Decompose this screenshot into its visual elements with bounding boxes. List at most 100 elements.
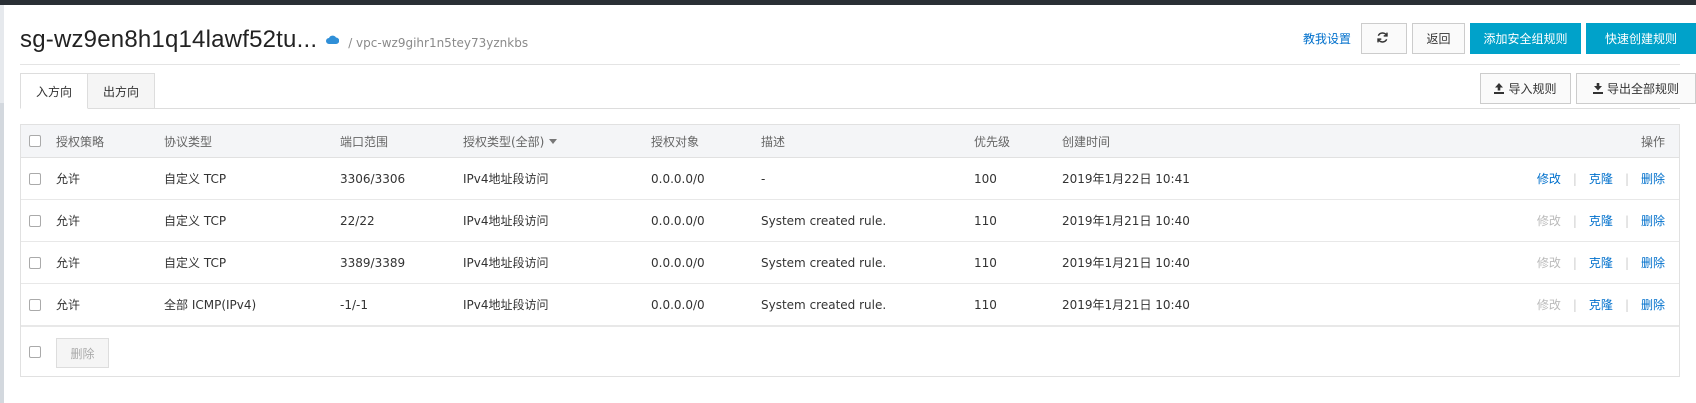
cell-protocol: 自定义 TCP [164,214,227,228]
header-title-row: sg-wz9en8h1q14lawf52tu... / vpc-wz9gihr1… [20,26,528,62]
cell-auth-type: IPv4地址段访问 [463,256,549,270]
col-auth-target: 授权对象 [651,134,700,149]
col-port-range: 端口范围 [340,134,389,149]
export-all-rules-label: 导出全部规则 [1606,82,1679,96]
cell-priority: 110 [974,213,997,228]
clone-link[interactable]: 克隆 [1589,212,1613,229]
cell-policy: 允许 [56,172,81,186]
add-security-rule-button[interactable]: 添加安全组规则 [1470,23,1581,54]
row-select-cell [29,158,41,199]
quick-create-rule-button[interactable]: 快速创建规则 [1586,23,1696,54]
caret-down-icon [549,138,558,144]
tab-inbound[interactable]: 入方向 [20,73,89,109]
row-operations: 修改 | 克隆 | 删除 [1537,284,1665,325]
clone-link[interactable]: 克隆 [1589,170,1613,187]
left-scroll-strip [0,5,4,403]
edit-link: 修改 [1536,256,1561,270]
table-row: 允许 自定义 TCP 3306/3306 IPv4地址段访问 0.0.0.0/0… [21,158,1679,200]
row-operations: 修改 | 克隆 | 删除 [1537,200,1665,241]
table-row: 允许 全部 ICMP(IPv4) -1/-1 IPv4地址段访问 0.0.0.0… [21,284,1679,326]
cell-created-time: 2019年1月21日 10:40 [1062,298,1190,312]
download-icon [1592,83,1603,94]
cell-port-range: 22/22 [340,213,375,228]
edit-link[interactable]: 修改 [1537,170,1561,187]
cell-protocol: 自定义 TCP [164,172,227,186]
cell-policy: 允许 [56,214,81,228]
col-priority: 优先级 [974,134,1011,149]
op-divider: | [1624,171,1629,186]
col-description: 描述 [761,134,786,149]
op-divider: | [1572,171,1577,186]
row-checkbox[interactable] [29,298,41,311]
op-divider: | [1572,255,1577,270]
security-rules-table: 授权策略 协议类型 端口范围 授权类型(全部) 授权对象 描述 优先级 创建时间… [20,124,1680,377]
table-footer: 删除 [21,326,1679,376]
tab-outbound[interactable]: 出方向 [88,73,156,109]
cell-protocol: 全部 ICMP(IPv4) [164,298,257,312]
back-button[interactable]: 返回 [1412,23,1465,54]
op-divider: | [1624,297,1629,312]
delete-link[interactable]: 删除 [1641,212,1665,229]
cell-policy: 允许 [56,256,81,270]
cell-protocol: 自定义 TCP [164,256,227,270]
op-divider: | [1624,213,1629,228]
delete-link[interactable]: 删除 [1641,254,1665,271]
cell-priority: 100 [974,171,997,186]
row-checkbox[interactable] [29,256,41,269]
col-protocol: 协议类型 [164,134,213,149]
delete-link[interactable]: 删除 [1641,296,1665,313]
col-created-time: 创建时间 [1062,134,1111,149]
col-auth-type-filter[interactable]: 授权类型(全部) [463,125,558,157]
export-all-rules-button[interactable]: 导出全部规则 [1576,73,1696,104]
footer-select-all-checkbox[interactable] [29,346,41,358]
cell-priority: 110 [974,297,997,312]
cell-port-range: 3306/3306 [340,171,406,186]
edit-link: 修改 [1536,298,1561,312]
header-actions: 教我设置 返回 添加安全组规则 快速创建规则 [1303,23,1696,54]
cell-auth-target: 0.0.0.0/0 [651,213,705,228]
clone-link[interactable]: 克隆 [1589,254,1613,271]
op-divider: | [1624,255,1629,270]
cell-created-time: 2019年1月22日 10:41 [1062,172,1190,186]
cell-created-time: 2019年1月21日 10:40 [1062,214,1190,228]
col-auth-type-label: 授权类型(全部) [463,134,545,149]
refresh-button[interactable] [1361,23,1407,54]
tabs-divider [20,108,1680,109]
cell-auth-target: 0.0.0.0/0 [651,297,705,312]
bulk-delete-button: 删除 [56,338,109,368]
col-policy: 授权策略 [56,134,105,149]
op-divider: | [1572,213,1577,228]
delete-link[interactable]: 删除 [1641,170,1665,187]
row-select-cell [29,200,41,241]
rule-io-actions: 导入规则 导出全部规则 [1475,73,1696,104]
row-select-cell [29,284,41,325]
row-checkbox[interactable] [29,172,41,185]
left-strip-marker [0,103,4,403]
cell-auth-target: 0.0.0.0/0 [651,171,705,186]
op-divider: | [1572,297,1577,312]
table-row: 允许 自定义 TCP 3389/3389 IPv4地址段访问 0.0.0.0/0… [21,242,1679,284]
cell-description: System created rule. [761,213,887,228]
refresh-icon [1376,31,1393,47]
select-all-checkbox[interactable] [29,135,41,147]
table-row: 允许 自定义 TCP 22/22 IPv4地址段访问 0.0.0.0/0 Sys… [21,200,1679,242]
col-operations: 操作 [1640,134,1665,149]
teach-me-link[interactable]: 教我设置 [1303,30,1351,47]
row-operations: 修改 | 克隆 | 删除 [1537,158,1665,199]
cell-created-time: 2019年1月21日 10:40 [1062,256,1190,270]
row-operations: 修改 | 克隆 | 删除 [1537,242,1665,283]
cell-policy: 允许 [56,298,81,312]
import-rules-label: 导入规则 [1508,82,1557,96]
cell-port-range: 3389/3389 [340,255,406,270]
header-divider [20,64,1680,65]
cell-description: - [761,171,766,186]
import-rules-button[interactable]: 导入规则 [1480,73,1571,104]
cell-description: System created rule. [761,297,887,312]
upload-icon [1494,83,1505,94]
top-bar [0,0,1696,5]
clone-link[interactable]: 克隆 [1589,296,1613,313]
cell-priority: 110 [974,255,997,270]
row-checkbox[interactable] [29,214,41,227]
page-title: sg-wz9en8h1q14lawf52tu... [20,26,318,53]
select-all-cell [29,125,41,157]
